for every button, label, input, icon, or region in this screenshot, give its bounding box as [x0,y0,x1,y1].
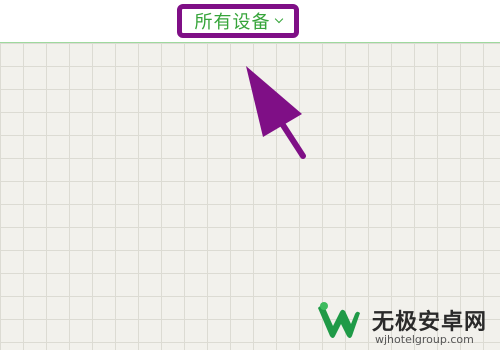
watermark-title: 无极安卓网 [372,310,488,335]
watermark: 无极安卓网 wjhotelgroup.com [300,296,500,350]
wj-logo-icon [318,302,360,338]
watermark-url: wjhotelgroup.com [375,333,474,346]
